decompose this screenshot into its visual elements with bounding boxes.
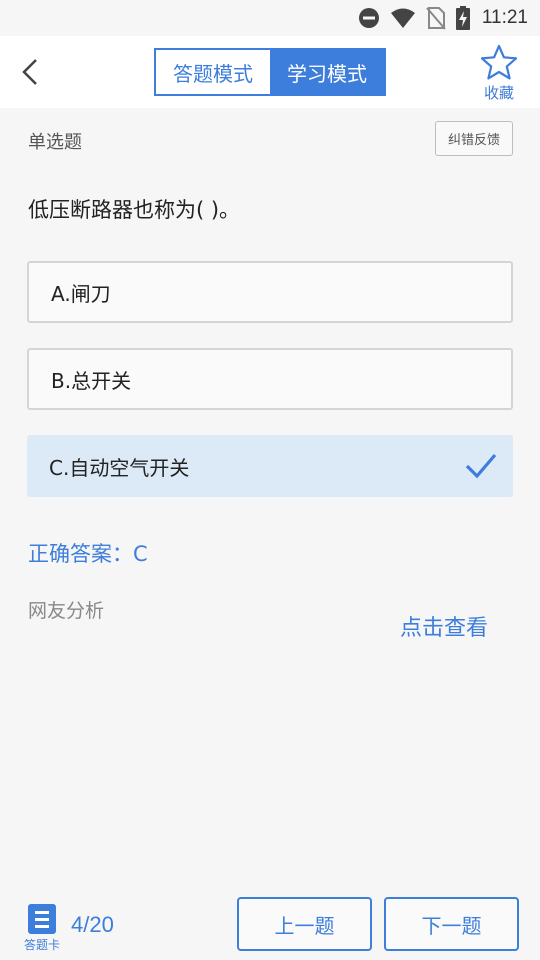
option-a[interactable]: A.闸刀 — [27, 261, 513, 323]
correct-answer: 正确答案：C — [28, 542, 148, 566]
tab-answer-mode[interactable]: 答题模式 — [156, 50, 270, 94]
back-button[interactable] — [14, 56, 46, 88]
report-error-button[interactable]: 纠错反馈 — [435, 121, 513, 156]
favorite-label: 收藏 — [483, 84, 514, 102]
no-sim-icon — [426, 7, 446, 30]
star-icon — [480, 44, 518, 80]
option-b[interactable]: B.总开关 — [27, 348, 513, 410]
header-bar: 答题模式 学习模式 收藏 — [0, 36, 540, 108]
question-progress: 4/20 — [71, 912, 114, 937]
prev-question-button[interactable]: 上一题 — [237, 897, 372, 951]
chevron-left-icon — [22, 59, 37, 85]
battery-charging-icon — [455, 6, 470, 30]
question-type: 单选题 — [28, 132, 82, 153]
do-not-disturb-icon — [358, 8, 379, 28]
mode-toggle: 答题模式 学习模式 — [154, 48, 386, 96]
option-label: C.自动空气开关 — [49, 455, 190, 480]
status-bar: 11:21 — [0, 0, 540, 36]
status-icons: 11:21 — [358, 6, 528, 30]
analysis-label: 网友分析 — [28, 600, 105, 622]
checkmark-icon — [465, 453, 497, 479]
favorite-button[interactable]: 收藏 — [476, 44, 522, 104]
wifi-icon — [390, 8, 415, 28]
next-question-button[interactable]: 下一题 — [384, 897, 519, 951]
answer-card-label: 答题卡 — [23, 938, 60, 952]
answer-card-button[interactable]: 答题卡 — [20, 904, 64, 954]
question-text: 低压断路器也称为( )。 — [28, 198, 241, 222]
option-c[interactable]: C.自动空气开关 — [27, 435, 513, 497]
view-analysis-link[interactable]: 点击查看 — [400, 610, 488, 642]
list-icon — [28, 904, 56, 934]
option-label: A.闸刀 — [51, 281, 111, 306]
status-time: 11:21 — [481, 7, 528, 28]
option-label: B.总开关 — [51, 368, 132, 393]
tab-study-mode[interactable]: 学习模式 — [270, 50, 384, 94]
